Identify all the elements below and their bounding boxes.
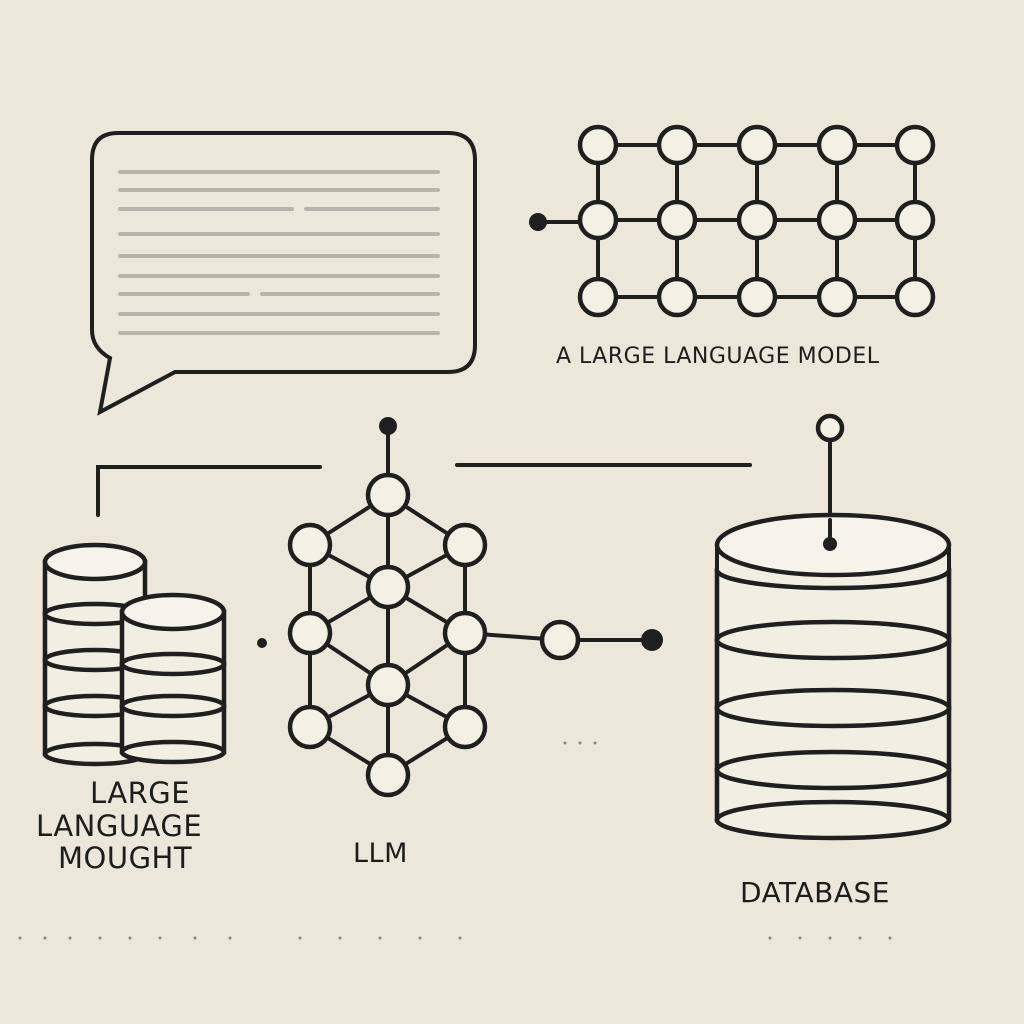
llm-top-label: A LARGE LANGUAGE MODEL <box>556 344 880 369</box>
grid-node <box>816 124 858 166</box>
grid-node <box>816 199 858 241</box>
graph-output-node <box>539 619 581 661</box>
database-label: DATABASE <box>740 876 890 909</box>
graph-node <box>287 704 333 750</box>
diagram-canvas: A LARGE LANGUAGE MODEL LARGE LANGUAGE MO… <box>18 124 952 940</box>
graph-node <box>442 522 488 568</box>
graph-node <box>442 704 488 750</box>
left-label-line2: LANGUAGE <box>36 809 202 843</box>
separator-dot <box>257 638 267 648</box>
grid-node <box>736 199 778 241</box>
grid-node <box>656 276 698 318</box>
grid-node <box>736 276 778 318</box>
grid-node <box>736 124 778 166</box>
graph-node <box>287 610 333 656</box>
grid-input-dot <box>529 213 547 231</box>
graph-node <box>287 522 333 568</box>
graph-node <box>365 472 411 518</box>
graph-output-dot <box>641 629 663 651</box>
graph-node <box>365 752 411 798</box>
database-stack-icon <box>42 542 227 767</box>
left-label-line1: LARGE <box>90 776 190 810</box>
grid-node <box>816 276 858 318</box>
grid-node <box>894 124 936 166</box>
grid-node <box>577 124 619 166</box>
graph-node <box>442 610 488 656</box>
speech-bubble-icon <box>90 131 477 416</box>
database-icon <box>714 512 952 841</box>
left-connector-line <box>96 465 322 517</box>
grid-node <box>577 199 619 241</box>
graph-network-icon <box>287 417 663 798</box>
grid-node <box>656 124 698 166</box>
grid-node <box>894 276 936 318</box>
grid-node <box>577 276 619 318</box>
grid-node <box>656 199 698 241</box>
graph-node <box>365 662 411 708</box>
center-label: LLM <box>353 838 408 869</box>
front-database-cylinder <box>119 592 227 765</box>
left-label-line3: MOUGHT <box>58 841 192 875</box>
graph-node <box>365 564 411 610</box>
speech-bubble-text-lines <box>118 170 440 335</box>
neural-network-grid-icon <box>529 124 936 318</box>
grid-node <box>894 199 936 241</box>
